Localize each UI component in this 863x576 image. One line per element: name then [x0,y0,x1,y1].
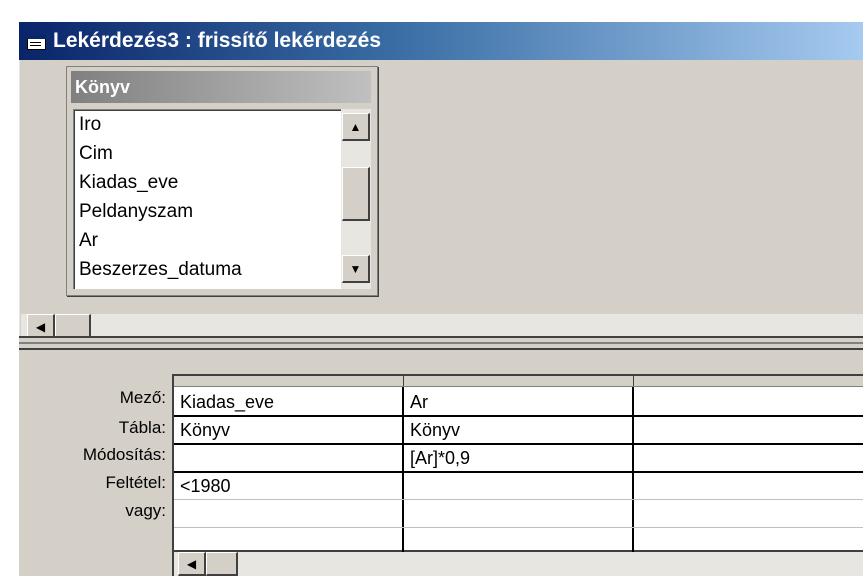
cell-field[interactable]: Kiadas_eve [174,390,402,414]
row-label-table: Tábla: [118,418,166,437]
field-item[interactable]: Iro [79,113,101,137]
window-title: Lekérdezés3 : frissítő lekérdezés [53,29,382,52]
cell-field[interactable]: Ar [404,390,632,414]
row-label-field: Mező: [119,388,166,407]
arrow-left-icon[interactable]: ◀ [178,552,206,576]
cell-criteria[interactable]: <1980 [174,474,402,498]
field-list-title[interactable]: Könyv [71,71,371,103]
table-pane: Könyv Iro Cim Kiadas_eve Peldanyszam Ar … [21,60,863,340]
pane-splitter[interactable] [19,336,863,350]
cell-update[interactable] [174,446,402,470]
row-divider [174,415,863,417]
cell-field[interactable] [634,390,862,414]
cell-table[interactable]: Könyv [174,418,402,442]
column-selector[interactable] [174,376,404,386]
grid-hscrollbar[interactable]: ◀ [172,552,863,576]
cell-update[interactable] [634,446,862,470]
column-selector[interactable] [404,376,634,386]
cell-table[interactable]: Könyv [404,418,632,442]
cell-or[interactable] [174,502,402,526]
cell-criteria[interactable] [634,474,862,498]
field-item[interactable]: Kiadas_eve [79,171,178,195]
row-divider [174,499,863,500]
scroll-thumb[interactable] [342,167,370,221]
field-list[interactable]: Iro Cim Kiadas_eve Peldanyszam Ar Beszer… [73,109,371,289]
field-list-window[interactable]: Könyv Iro Cim Kiadas_eve Peldanyszam Ar … [66,66,378,296]
cell-update[interactable]: [Ar]*0,9 [404,446,632,470]
row-label-criteria: Feltétel: [105,473,166,492]
cell-table[interactable] [634,418,862,442]
query-design-grid: Kiadas_eve Ar Könyv Könyv [Ar]*0,9 <1980 [172,374,863,552]
row-divider [174,527,863,528]
field-item[interactable]: Cim [79,142,113,166]
row-divider [174,471,863,473]
cell-or[interactable] [634,502,862,526]
design-grid-pane: Mező: Tábla: Módosítás: Feltétel: vagy: … [19,350,863,576]
field-item[interactable]: Ar [79,229,98,253]
field-list-scrollbar[interactable]: ▲ ▼ [341,109,371,289]
query-window: Lekérdezés3 : frissítő lekérdezés Könyv … [19,22,863,576]
field-item[interactable]: Beszerzes_datuma [79,258,242,282]
title-bar[interactable]: Lekérdezés3 : frissítő lekérdezés [19,22,863,60]
scroll-thumb[interactable] [206,552,238,576]
row-divider [174,443,863,445]
row-label-update: Módosítás: [82,445,166,464]
arrow-down-icon[interactable]: ▼ [342,255,370,283]
arrow-up-icon[interactable]: ▲ [342,113,370,141]
row-label-or: vagy: [125,501,166,520]
query-icon [25,32,47,50]
row-divider [174,386,863,387]
cell-or[interactable] [404,502,632,526]
cell-criteria[interactable] [404,474,632,498]
field-item[interactable]: Peldanyszam [79,200,193,224]
column-selector[interactable] [634,376,863,386]
